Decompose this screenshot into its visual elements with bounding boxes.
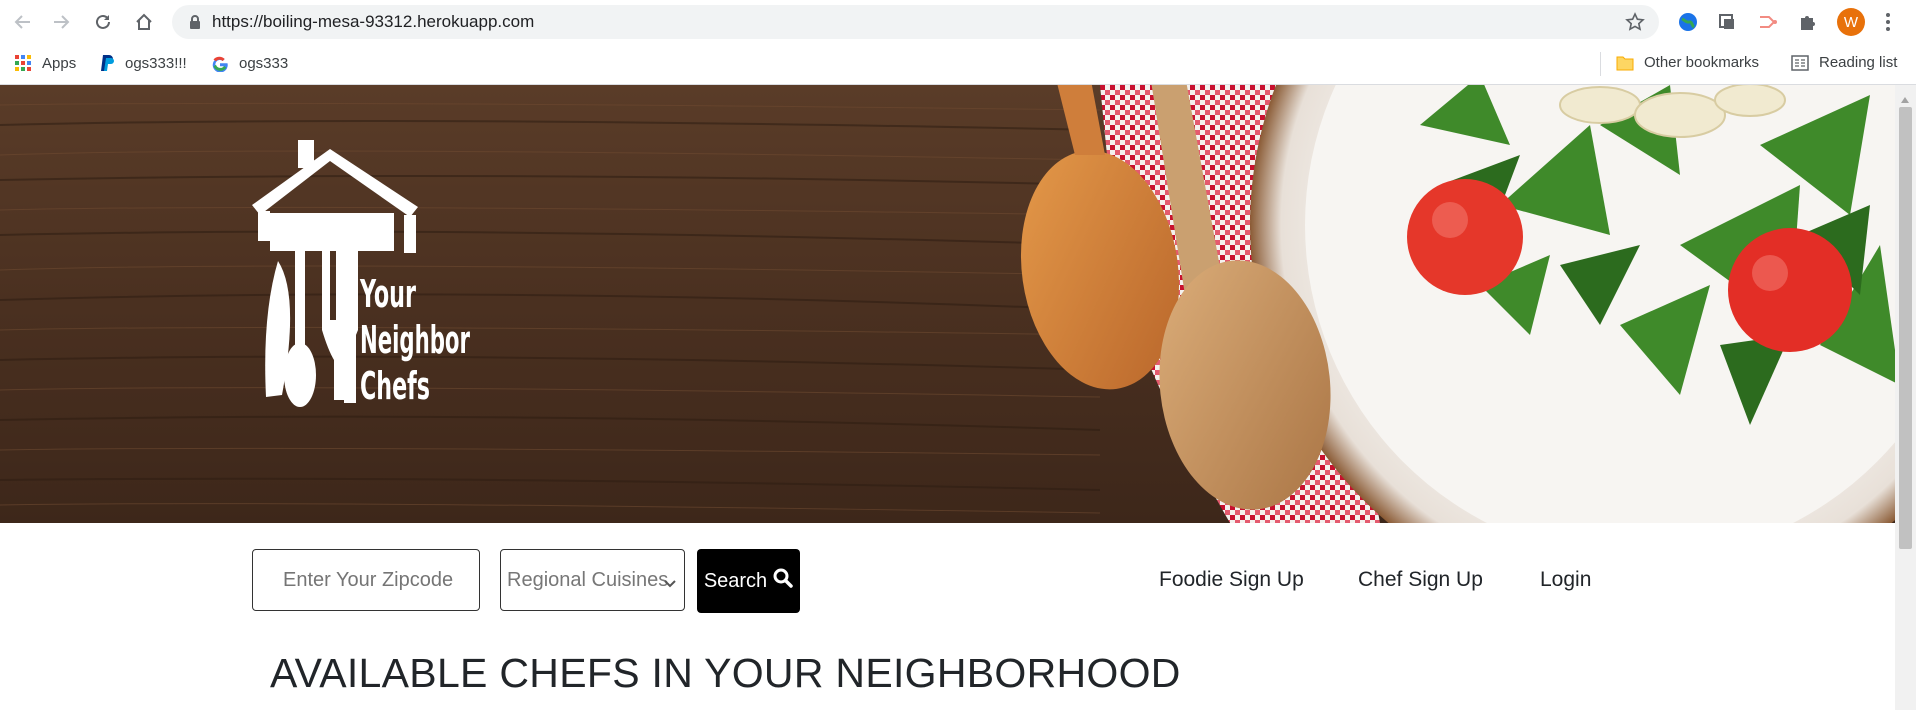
folder-icon [1616, 56, 1634, 70]
bookmark-paypal-label: ogs333!!! [125, 54, 187, 72]
search-button-label: Search [703, 569, 768, 592]
search-icon [773, 568, 793, 594]
globe-extension-icon[interactable] [1676, 10, 1700, 34]
back-icon[interactable] [10, 9, 36, 35]
puzzle-extensions-icon[interactable] [1796, 10, 1820, 34]
bookmark-other[interactable]: Other bookmarks [1616, 54, 1759, 71]
profile-avatar[interactable]: W [1837, 8, 1865, 36]
reload-icon[interactable] [90, 9, 116, 35]
logo-line-chefs: Chefs [360, 364, 430, 408]
cast-extension-icon[interactable] [1756, 10, 1780, 34]
chef-signup-link[interactable]: Chef Sign Up [1358, 568, 1483, 592]
kebab-menu-icon[interactable] [1876, 10, 1900, 34]
zipcode-input[interactable] [252, 549, 480, 611]
bookmark-star-icon[interactable] [1625, 12, 1645, 37]
regional-cuisines-select[interactable]: Regional Cuisines [500, 549, 685, 611]
paypal-icon [101, 55, 114, 71]
url-text: https://boiling-mesa-93312.herokuapp.com [212, 12, 535, 31]
scrollbar-thumb[interactable] [1899, 107, 1912, 549]
chevron-down-icon [664, 572, 676, 595]
foodie-signup-link[interactable]: Foodie Sign Up [1159, 568, 1304, 592]
logo-line-neighbor: Neighbor [360, 318, 470, 362]
bookmark-paypal[interactable]: ogs333!!! [99, 54, 187, 72]
reading-list-label: Reading list [1819, 54, 1898, 71]
screenshot-extension-icon[interactable] [1715, 10, 1739, 34]
home-icon[interactable] [131, 9, 157, 35]
page-scrollbar[interactable] [1895, 85, 1916, 710]
bookmarks-divider [1600, 52, 1601, 76]
regional-cuisines-value: Regional Cuisines [507, 568, 669, 591]
lock-icon [188, 14, 202, 35]
browser-toolbar: https://boiling-mesa-93312.herokuapp.com… [0, 0, 1916, 44]
page-heading: AVAILABLE CHEFS IN YOUR NEIGHBORHOOD [270, 650, 1181, 696]
bookmark-google[interactable]: ogs333 [211, 54, 288, 72]
bookmark-apps-label: Apps [42, 54, 77, 72]
address-bar[interactable]: https://boiling-mesa-93312.herokuapp.com [172, 5, 1659, 39]
login-link[interactable]: Login [1540, 568, 1591, 592]
logo-line-your: Your [359, 272, 416, 316]
apps-grid-icon [15, 55, 31, 71]
bookmark-google-label: ogs333 [239, 54, 289, 72]
google-icon [212, 56, 228, 72]
bookmark-apps[interactable]: Apps [14, 54, 76, 72]
reading-list-icon [1791, 54, 1809, 71]
hero-image: Your Neighbor Chefs [0, 85, 1895, 523]
hero-banner: Your Neighbor Chefs [0, 85, 1895, 523]
reading-list[interactable]: Reading list [1791, 54, 1897, 71]
bookmarks-bar: Apps ogs333!!! ogs333 Other bookmarks Re… [0, 44, 1916, 85]
forward-icon[interactable] [48, 9, 74, 35]
search-button[interactable]: Search [697, 549, 800, 613]
bookmark-other-label: Other bookmarks [1644, 54, 1760, 71]
